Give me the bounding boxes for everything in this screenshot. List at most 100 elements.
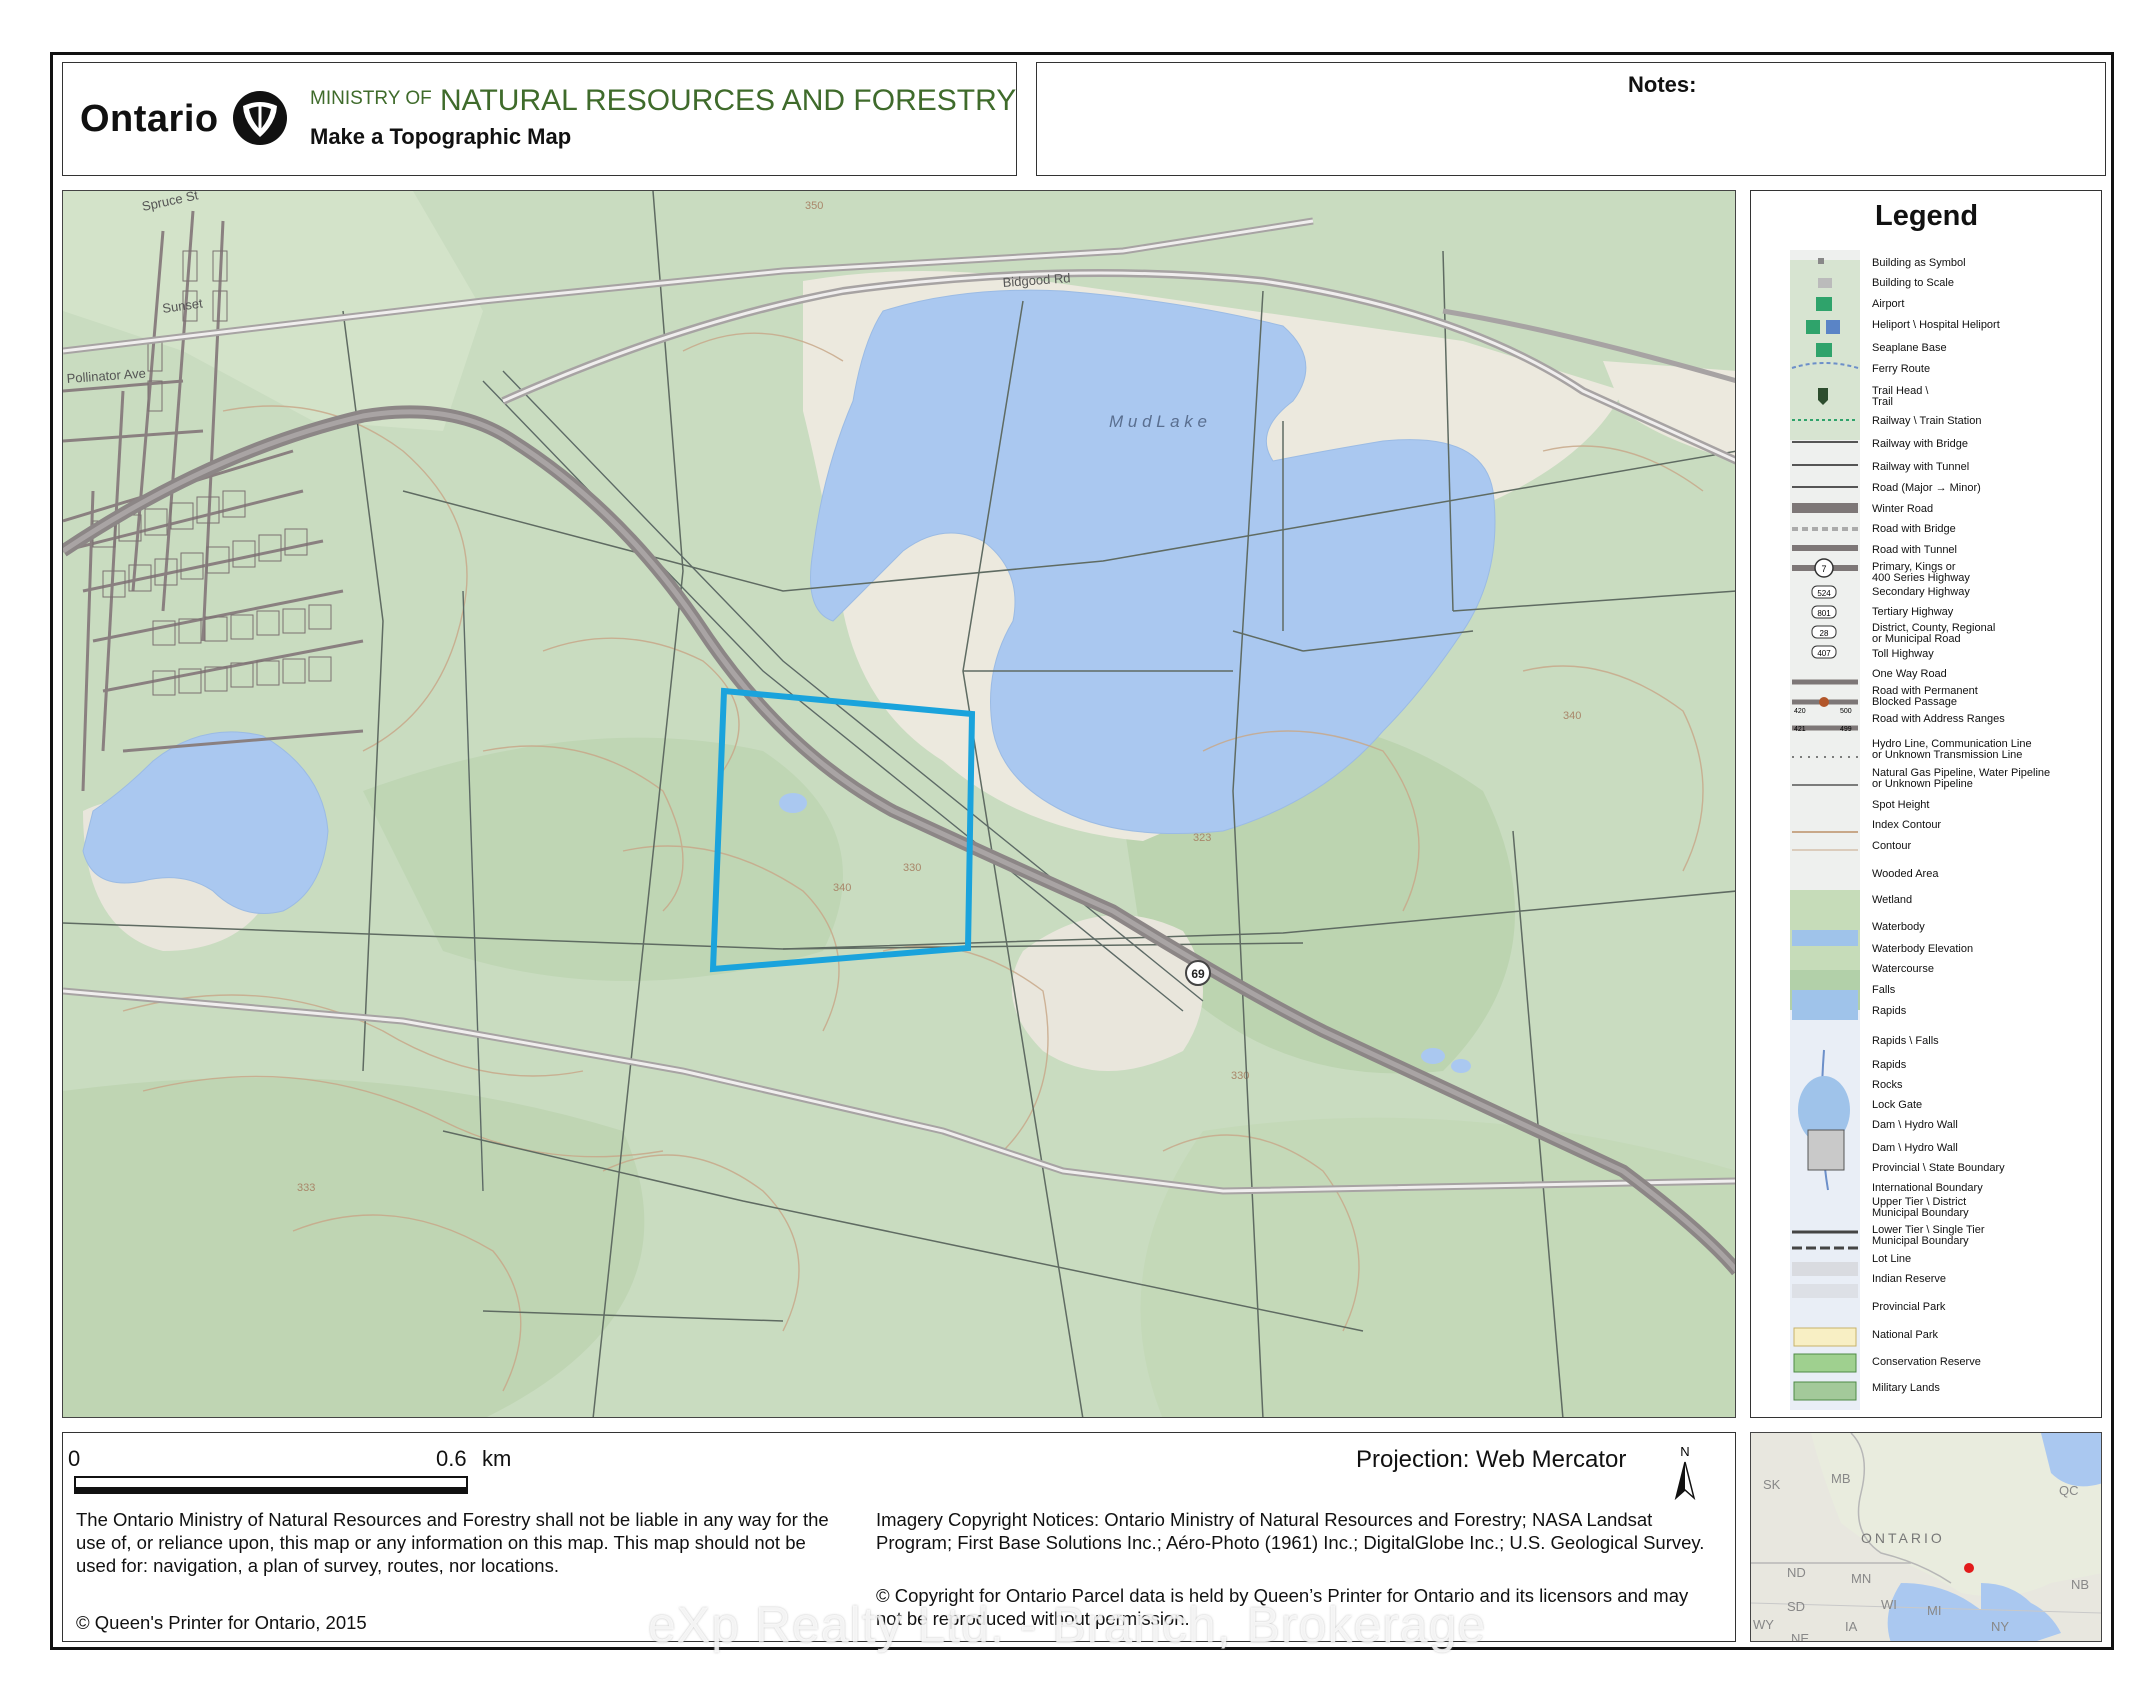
legend-shield-label: 28	[1820, 629, 1829, 638]
scale-max-label: 0.6	[436, 1446, 467, 1471]
lake-label: M u d L a k e	[1109, 412, 1207, 431]
scale-unit-label: km	[482, 1446, 512, 1471]
legend-item: Provincial \ State Boundary	[1872, 1162, 2005, 1174]
legend-item: Military Lands	[1872, 1382, 1940, 1394]
contour-label: 333	[297, 1182, 315, 1194]
inset-label: IA	[1845, 1619, 1858, 1634]
legend-item: Watercourse	[1872, 963, 1934, 975]
contour-label: 340	[833, 882, 851, 894]
legend-shields: 7 524 801 28 407	[1811, 558, 1837, 659]
legend-item: Road (Major → Minor)	[1872, 482, 1981, 494]
locator-inset-map: SK MB ONTARIO QC ND MN NB SD WI MI WY IA…	[1750, 1432, 2102, 1642]
map-canvas: M u d L a k e 350 330 340 323 333 340 33…	[63, 191, 1735, 1417]
small-pond	[779, 793, 807, 813]
inset-label: MN	[1851, 1571, 1871, 1586]
legend-item: International Boundary	[1872, 1182, 1983, 1194]
small-pond	[1451, 1059, 1471, 1073]
inset-label: NE	[1791, 1631, 1809, 1642]
imagery-notice: Imagery Copyright Notices: Ontario Minis…	[876, 1509, 1705, 1553]
legend-item: Lower Tier \ Single Tier Municipal Bound…	[1872, 1224, 1985, 1247]
legend-item: Trail Head \ Trail	[1872, 385, 1929, 408]
legend-item: Conservation Reserve	[1872, 1356, 1981, 1368]
ministry-prefix: MINISTRY OF	[310, 88, 432, 109]
small-pond	[1421, 1048, 1445, 1064]
legend-item: Winter Road	[1872, 503, 1934, 515]
legend-item: Spot Height	[1872, 799, 1930, 811]
inset-label: ND	[1787, 1565, 1806, 1580]
address-range-label: 500	[1840, 708, 1852, 715]
scale-bar	[74, 1476, 468, 1494]
legend-item: Heliport \ Hospital Heliport	[1872, 319, 2000, 331]
legend-item: Upper Tier \ District Municipal Boundary	[1872, 1196, 1969, 1219]
topographic-map: M u d L a k e 350 330 340 323 333 340 33…	[62, 190, 1736, 1418]
map-subtitle: Make a Topographic Map	[310, 124, 572, 149]
address-range-label: 420	[1794, 708, 1806, 715]
legend-item: Lock Gate	[1872, 1099, 1923, 1111]
legend-item: Toll Highway	[1872, 648, 1934, 660]
inset-label: WI	[1881, 1597, 1897, 1612]
notes-label: Notes:	[1628, 72, 1697, 97]
location-marker	[1964, 1563, 1974, 1573]
ontario-wordmark: Ontario	[80, 98, 219, 140]
projection-label: Projection: Web Mercator	[1356, 1446, 1627, 1473]
highway-shield: 69	[1185, 960, 1211, 986]
legend-item: Rapids	[1872, 1005, 1907, 1017]
legend-item: Secondary Highway	[1872, 586, 1970, 598]
contour-label: 330	[903, 862, 921, 874]
inset-label: NB	[2071, 1577, 2089, 1592]
legend-item: Road with Bridge	[1872, 523, 1956, 535]
legend-shield-label: 407	[1817, 649, 1831, 658]
inset-label: ONTARIO	[1861, 1530, 1945, 1546]
trillium-logo-icon	[233, 91, 287, 145]
terrain-shade	[63, 1077, 645, 1417]
legend-shield-label: 801	[1817, 609, 1831, 618]
legend-address-range: 420 500 421 499	[1794, 708, 1852, 733]
inset-label: MB	[1831, 1471, 1851, 1486]
legend-title: Legend	[1875, 200, 1979, 232]
legend-item: Contour	[1872, 840, 1912, 852]
legend-item: Building to Scale	[1872, 277, 1954, 289]
legend-item: Rocks	[1872, 1079, 1903, 1091]
inset-label: MI	[1927, 1603, 1941, 1618]
legend-item: Road with Address Ranges	[1872, 713, 2005, 725]
legend-item: Ferry Route	[1872, 363, 1931, 375]
legend-item: Railway \ Train Station	[1872, 415, 1982, 427]
contour-label: 340	[1563, 710, 1581, 722]
notes-panel	[1036, 62, 2106, 176]
legend-item: Lot Line	[1872, 1253, 1912, 1265]
legend-item: Dam \ Hydro Wall	[1872, 1142, 1958, 1154]
highway-shield-label: 69	[1191, 967, 1205, 981]
inset-canvas: SK MB ONTARIO QC ND MN NB SD WI MI WY IA…	[1751, 1433, 2101, 1642]
legend-item: Waterbody	[1872, 921, 1925, 933]
legend-item: Indian Reserve	[1872, 1273, 1946, 1285]
legend-item: Hydro Line, Communication Line or Unknow…	[1872, 738, 2032, 761]
address-range-label: 499	[1840, 726, 1852, 733]
legend-item: Railway with Tunnel	[1872, 461, 1970, 473]
legend-shield-label: 524	[1817, 589, 1831, 598]
copyright-notice: © Queen's Printer for Ontario, 2015	[76, 1612, 367, 1633]
legend-item: Wetland	[1872, 894, 1913, 906]
legend-item: Road with Permanent Blocked Passage	[1872, 685, 1978, 708]
scale-zero-label: 0	[68, 1446, 81, 1471]
legend-item: Tertiary Highway	[1872, 606, 1954, 618]
inset-label: QC	[2059, 1483, 2079, 1498]
legend-item: Natural Gas Pipeline, Water Pipeline or …	[1872, 767, 2051, 790]
legend-item: Rapids	[1872, 1059, 1907, 1071]
legend-item: Index Contour	[1872, 819, 1942, 831]
liability-disclaimer: The Ontario Ministry of Natural Resource…	[76, 1509, 829, 1576]
legend-item: Airport	[1872, 298, 1905, 310]
legend-item: One Way Road	[1872, 668, 1947, 680]
address-range-label: 421	[1794, 726, 1806, 733]
legend-symbols	[1790, 250, 1860, 1410]
north-label: N	[1680, 1444, 1689, 1459]
contour-label: 323	[1193, 832, 1211, 844]
legend-item: Road with Tunnel	[1872, 544, 1957, 556]
inset-label: SK	[1763, 1477, 1781, 1492]
ministry-name: NATURAL RESOURCES AND FORESTRY	[440, 84, 1017, 117]
contour-label: 350	[805, 200, 823, 212]
legend-item: Waterbody Elevation	[1872, 943, 1974, 955]
legend-item: District, County, Regional or Municipal …	[1872, 622, 1996, 645]
legend-item: Seaplane Base	[1872, 342, 1947, 354]
inset-label: SD	[1787, 1599, 1805, 1614]
legend-item: Rapids \ Falls	[1872, 1035, 1939, 1047]
